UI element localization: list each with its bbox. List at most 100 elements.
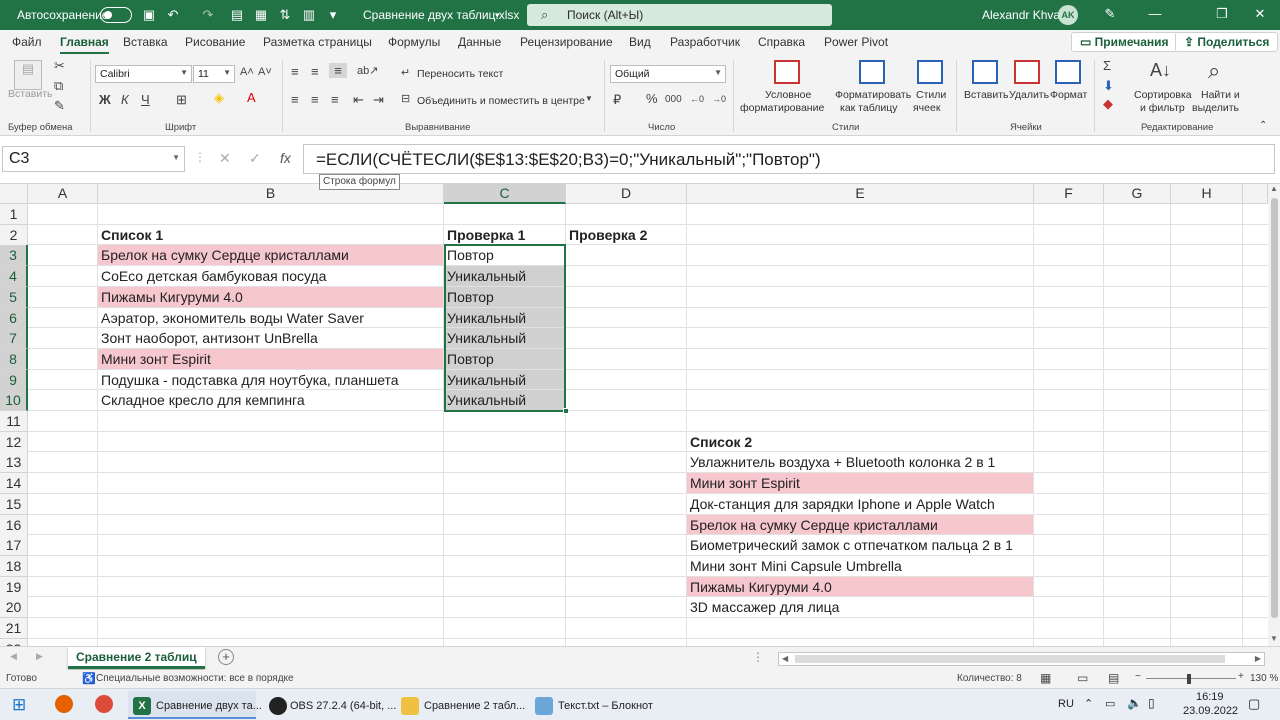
delete-cells-label[interactable]: Удалить	[1009, 89, 1049, 101]
undo-icon[interactable]: ↶	[165, 7, 181, 23]
row-header[interactable]: 17	[0, 535, 28, 556]
list2-cell[interactable]: Пижамы Кигуруми 4.0	[687, 577, 1033, 596]
clear-icon[interactable]: ◆	[1103, 96, 1113, 112]
row-header[interactable]: 12	[0, 432, 28, 453]
sort-filter-icon[interactable]: A↓	[1150, 60, 1171, 81]
comments-button[interactable]: ▭ Примечания	[1071, 32, 1178, 52]
bold-button[interactable]: Ж	[99, 92, 111, 107]
taskbar-item-obs[interactable]: OBS 27.2.4 (64-bit, ...	[264, 691, 396, 719]
orientation-icon[interactable]: ab↗	[357, 64, 378, 77]
vertical-scrollbar[interactable]: ▲ ▼	[1268, 184, 1280, 646]
row-header[interactable]: 2	[0, 225, 28, 246]
chevron-down-icon[interactable]: ▾	[495, 10, 500, 21]
italic-button[interactable]: К	[121, 92, 129, 107]
row-header[interactable]: 10	[0, 390, 28, 411]
sheet-tab-active[interactable]: Сравнение 2 таблиц	[68, 647, 205, 669]
formula-input[interactable]: =ЕСЛИ(СЧЁТЕСЛИ($E$13:$E$20;B3)=0;"Уникал…	[303, 144, 1275, 174]
redo-icon[interactable]: ↷	[200, 7, 216, 23]
copy-icon[interactable]: ⧉	[54, 78, 63, 94]
table-icon[interactable]: ▥	[301, 7, 317, 23]
decrease-font-icon[interactable]: A˅	[258, 66, 272, 78]
align-top-icon[interactable]: ≡	[291, 64, 299, 79]
select-all-corner[interactable]	[0, 184, 28, 204]
zoom-slider-thumb[interactable]	[1187, 674, 1191, 684]
list2-cell[interactable]: Мини зонт Espirit	[687, 473, 1033, 493]
zoom-out-icon[interactable]: −	[1135, 671, 1141, 682]
accounting-format-icon[interactable]: ₽	[613, 92, 621, 108]
autosum-icon[interactable]: Σ	[1103, 58, 1111, 73]
list1-cell[interactable]: Зонт наоборот, антизонт UnBrella	[98, 328, 443, 348]
format-painter-icon[interactable]: ✎	[54, 98, 65, 114]
fill-color-icon[interactable]: ◈	[214, 90, 224, 106]
underline-button[interactable]: Ч	[141, 92, 150, 107]
scroll-thumb[interactable]	[795, 655, 1225, 663]
list1-cell[interactable]: Аэратор, экономитель воды Water Saver	[98, 308, 443, 327]
list1-cell[interactable]: Мини зонт Espirit	[98, 349, 443, 369]
row-header[interactable]: 1	[0, 204, 28, 225]
scroll-right-icon[interactable]: ▶	[1255, 654, 1261, 663]
insert-function-icon[interactable]: fx	[280, 150, 291, 166]
cell-styles-icon[interactable]	[917, 60, 943, 84]
add-sheet-icon[interactable]: +	[218, 649, 234, 665]
fill-icon[interactable]: ⬇	[1103, 78, 1114, 94]
sort-icon[interactable]: ⇅	[277, 7, 293, 23]
row-header[interactable]: 4	[0, 266, 28, 287]
list2-cell[interactable]: Биометрический замок с отпечатком пальца…	[687, 535, 1033, 555]
avatar[interactable]: AK	[1058, 5, 1078, 25]
column-header[interactable]	[1243, 184, 1268, 204]
search-box[interactable]: ⌕ Поиск (Alt+Ы)	[527, 4, 832, 26]
row-header[interactable]: 18	[0, 556, 28, 577]
list1-cell[interactable]: Пижамы Кигуруми 4.0	[98, 287, 443, 307]
collapse-ribbon-icon[interactable]: ⌃	[1259, 120, 1267, 131]
row-header[interactable]: 8	[0, 349, 28, 370]
tab-page-layout[interactable]: Разметка страницы	[263, 35, 372, 49]
prev-sheet-icon[interactable]: ◀	[10, 651, 17, 662]
align-left-icon[interactable]: ≡	[291, 92, 299, 107]
format-table-label-1[interactable]: Форматировать	[835, 89, 911, 101]
merge-icon[interactable]: ⊟	[401, 92, 410, 105]
column-header[interactable]: G	[1104, 184, 1171, 204]
taskbar-item-excel[interactable]: X Сравнение двух та...	[128, 691, 262, 719]
check2-header-cell[interactable]: Проверка 2	[566, 225, 687, 244]
column-header[interactable]: H	[1171, 184, 1243, 204]
column-header[interactable]: C	[444, 184, 566, 204]
windows-start-icon[interactable]: ⊞	[12, 695, 26, 715]
tab-insert[interactable]: Вставка	[123, 35, 168, 49]
column-header[interactable]: D	[566, 184, 687, 204]
list2-cell[interactable]: Увлажнитель воздуха + Bluetooth колонка …	[687, 452, 1033, 472]
row-header[interactable]: 13	[0, 452, 28, 473]
row-header[interactable]: 14	[0, 473, 28, 494]
decrease-indent-icon[interactable]: ⇤	[353, 92, 364, 108]
tab-file[interactable]: Файл	[12, 35, 42, 49]
clock-date[interactable]: 23.09.2022	[1183, 705, 1238, 717]
increase-font-icon[interactable]: A˄	[240, 66, 254, 78]
notifications-icon[interactable]: ▢	[1248, 696, 1260, 712]
fill-handle[interactable]	[563, 408, 569, 414]
tab-draw[interactable]: Рисование	[185, 35, 245, 49]
conditional-formatting-icon[interactable]	[774, 60, 800, 84]
page-layout-icon[interactable]: ▭	[1077, 671, 1088, 685]
row-header[interactable]: 16	[0, 515, 28, 536]
scroll-down-icon[interactable]: ▼	[1270, 634, 1278, 643]
tab-developer[interactable]: Разработчик	[670, 35, 740, 49]
align-bottom-icon[interactable]: ≡	[329, 63, 347, 78]
increase-indent-icon[interactable]: ⇥	[373, 92, 384, 108]
list2-cell[interactable]: 3D массажер для лица	[687, 597, 1033, 617]
font-color-icon[interactable]: A	[247, 90, 256, 105]
find-select-label-1[interactable]: Найти и	[1201, 89, 1240, 101]
number-format-select[interactable]: Общий ▼	[610, 65, 726, 83]
align-right-icon[interactable]: ≡	[331, 92, 339, 107]
chrome-icon[interactable]	[95, 695, 113, 713]
name-box[interactable]: C3 ▼	[2, 146, 185, 172]
user-name[interactable]: Alexandr Khvan	[982, 8, 1067, 22]
scroll-up-icon[interactable]: ▲	[1270, 184, 1278, 193]
check1-header-cell[interactable]: Проверка 1	[444, 225, 566, 244]
tab-formulas[interactable]: Формулы	[388, 35, 440, 49]
column-header[interactable]: A	[28, 184, 98, 204]
insert-cells-label[interactable]: Вставить	[964, 89, 1009, 101]
normal-view-icon[interactable]: ▦	[1040, 671, 1051, 685]
cancel-icon[interactable]: ✕	[219, 150, 231, 167]
paste-icon[interactable]: ▤	[14, 60, 42, 90]
list1-cell[interactable]: Брелок на сумку Сердце кристаллами	[98, 245, 443, 265]
align-center-icon[interactable]: ≡	[311, 92, 319, 107]
